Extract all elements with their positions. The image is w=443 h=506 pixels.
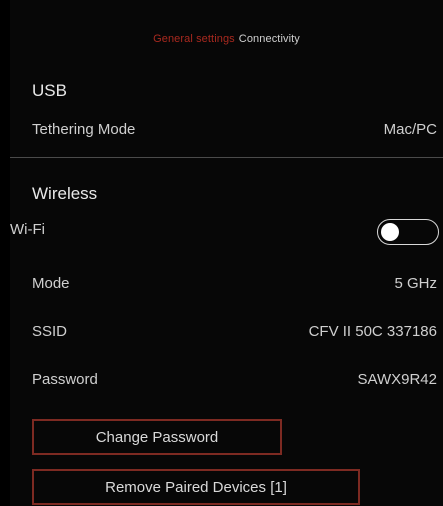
ssid-row[interactable]: SSID CFV II 50C 337186 <box>10 318 443 348</box>
connectivity-screen: General settings Connectivity USB Tetheri… <box>10 0 443 506</box>
breadcrumb-general-settings[interactable]: General settings <box>153 33 235 45</box>
ssid-label: SSID <box>32 323 68 340</box>
tethering-mode-row[interactable]: Tethering Mode Mac/PC <box>10 116 443 146</box>
password-value: SAWX9R42 <box>357 371 437 388</box>
remove-paired-devices-button[interactable]: Remove Paired Devices [1] <box>32 469 360 505</box>
usb-section-title: USB <box>32 81 67 100</box>
wifi-toggle[interactable] <box>377 219 439 245</box>
change-password-button[interactable]: Change Password <box>32 419 282 455</box>
tethering-mode-label: Tethering Mode <box>32 121 136 138</box>
wifi-row[interactable]: Wi-Fi <box>10 216 443 246</box>
section-divider <box>10 157 443 158</box>
breadcrumb: General settings Connectivity <box>10 33 443 45</box>
ssid-value: CFV II 50C 337186 <box>308 323 437 340</box>
tethering-mode-value: Mac/PC <box>383 121 437 138</box>
wifi-label: Wi-Fi <box>10 221 45 238</box>
breadcrumb-connectivity: Connectivity <box>238 33 300 45</box>
wireless-section-title: Wireless <box>32 184 98 203</box>
password-label: Password <box>32 371 98 388</box>
password-row[interactable]: Password SAWX9R42 <box>10 366 443 396</box>
mode-label: Mode <box>32 275 70 292</box>
mode-value: 5 GHz <box>394 275 437 292</box>
toggle-knob <box>381 223 399 241</box>
mode-row[interactable]: Mode 5 GHz <box>10 270 443 300</box>
